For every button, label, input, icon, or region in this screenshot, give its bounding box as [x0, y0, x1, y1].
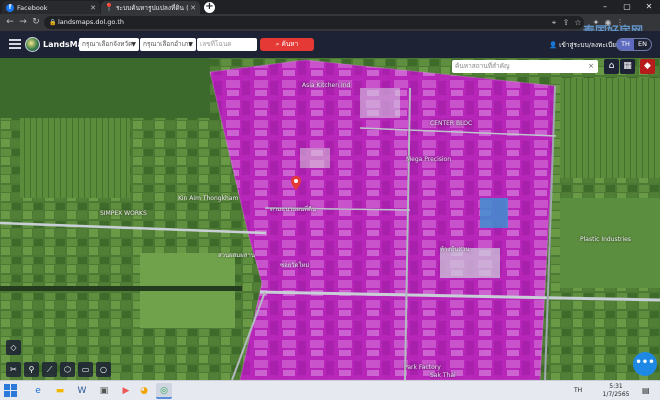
map-tool-panel: ◇ ✂ ⚲ ⟋ ⬡ ▭ ○: [0, 338, 112, 380]
place-label[interactable]: Kin Aim Thongkham: [178, 195, 238, 202]
place-label[interactable]: สวนผสมผสาน: [218, 250, 255, 260]
map-place-search-input[interactable]: ค้นหาสถานที่สำคัญ ×: [452, 60, 598, 73]
place-label[interactable]: Sak Thai: [430, 372, 456, 379]
windows-taskbar: e ▬ W ▣ ▶ ◕ ◎ TH 5:31 1/7/2565 ▤: [0, 380, 660, 400]
close-icon[interactable]: ✕: [90, 4, 96, 12]
place-label[interactable]: CENTER BLOC: [430, 120, 472, 127]
home-icon[interactable]: ⌂: [604, 59, 619, 74]
close-icon[interactable]: ✕: [190, 4, 196, 12]
browser-tab-strip: f Facebook ✕ 📍 ระบบค้นหารูปแปลงที่ดิน (L…: [0, 0, 660, 14]
place-label[interactable]: SIMPEX WORKS: [100, 210, 147, 217]
place-label[interactable]: Plastic Industries: [580, 236, 631, 243]
new-tab-button[interactable]: +: [204, 2, 215, 13]
login-label: เข้าสู่ระบบ/ลงทะเบียน: [559, 41, 621, 49]
facebook-icon: f: [6, 3, 14, 12]
lock-icon: 🔒: [49, 19, 57, 26]
scissors-icon[interactable]: ✂: [6, 362, 21, 377]
grid-icon[interactable]: ▦: [620, 59, 635, 74]
tab-landsmaps[interactable]: 📍 ระบบค้นหารูปแปลงที่ดิน (LandsMaps) ✕: [101, 1, 200, 14]
app-icon[interactable]: ▣: [96, 383, 112, 399]
word-icon[interactable]: W: [74, 383, 90, 399]
login-link[interactable]: 👤 เข้าสู่ระบบ/ลงทะเบียน: [549, 40, 620, 50]
clear-icon[interactable]: ×: [588, 60, 594, 73]
circle-icon[interactable]: ○: [96, 362, 111, 377]
satellite-imagery: [0, 58, 660, 380]
media-icon[interactable]: ▶: [118, 383, 134, 399]
clock-date: 1/7/2565: [602, 391, 630, 398]
place-label[interactable]: ห้างหุ้นส่วน: [440, 244, 469, 254]
close-window-icon[interactable]: ✕: [638, 0, 660, 14]
province-select[interactable]: กรุณาเลือกจังหวัด ▼: [79, 38, 139, 51]
paint-icon[interactable]: ◕: [136, 383, 152, 399]
tab-facebook[interactable]: f Facebook ✕: [2, 1, 100, 14]
lang-th-button[interactable]: TH: [617, 39, 634, 50]
url-field[interactable]: 🔒 landsmaps.dol.go.th: [44, 16, 584, 29]
chevron-down-icon: ▼: [131, 41, 136, 48]
user-icon: 👤: [549, 41, 558, 49]
tab-label: ระบบค้นหารูปแปลงที่ดิน (LandsMaps): [116, 3, 188, 12]
polygon-icon[interactable]: ⬡: [60, 362, 75, 377]
district-select-value: กรุณาเลือกอำเภอ: [143, 40, 193, 48]
edge-icon[interactable]: e: [30, 383, 46, 399]
address-bar: ← → ↻ 🔒 landsmaps.dol.go.th ⌖ ⇪ ☆ ✦ ◉ ⋮ …: [0, 14, 660, 38]
system-clock[interactable]: 5:31 1/7/2565: [596, 383, 636, 399]
map-pin-icon: 📍: [104, 3, 114, 12]
windows-start-icon[interactable]: [4, 384, 18, 398]
reload-icon[interactable]: ↻: [30, 16, 42, 29]
pin-tool-icon[interactable]: ⚲: [24, 362, 39, 377]
search-button-label: ค้นหา: [281, 40, 299, 48]
map-search-placeholder: ค้นหาสถานที่สำคัญ: [455, 62, 510, 70]
province-select-value: กรุณาเลือกจังหวัด: [82, 40, 133, 48]
place-label[interactable]: Mega Precision: [406, 156, 451, 163]
hamburger-menu-icon[interactable]: [9, 39, 21, 49]
folder-icon[interactable]: ▬: [52, 383, 68, 399]
forward-icon[interactable]: →: [17, 16, 29, 29]
language-toggle: TH EN: [616, 38, 652, 51]
place-label[interactable]: ซอยวัดใหม่: [280, 260, 309, 270]
search-icon: ⌕: [275, 40, 280, 48]
url-text: landsmaps.dol.go.th: [58, 18, 125, 26]
parcel-number-input[interactable]: เลขที่โฉนด: [197, 38, 257, 51]
omnibox-actions: ⌖ ⇪ ☆: [548, 16, 584, 29]
notification-icon[interactable]: ▤: [642, 386, 650, 395]
chrome-icon[interactable]: ◎: [156, 383, 172, 399]
place-label[interactable]: Asia Kitchen Ind: [302, 82, 350, 89]
district-select[interactable]: กรุณาเลือกอำเภอ ▼: [140, 38, 196, 51]
tab-label: Facebook: [17, 3, 48, 12]
map-pin-marker[interactable]: [291, 176, 301, 190]
map-view[interactable]: Asia Kitchen Ind CENTER BLOC Mega Precis…: [0, 58, 660, 380]
parcel-number-placeholder: เลขที่โฉนด: [200, 40, 232, 48]
place-label[interactable]: Park Factory: [404, 364, 441, 371]
location-icon[interactable]: ⌖: [548, 16, 560, 29]
lang-en-button[interactable]: EN: [634, 39, 651, 50]
maximize-icon[interactable]: ▢: [616, 0, 638, 14]
minimize-icon[interactable]: –: [594, 0, 616, 14]
search-button[interactable]: ⌕ ค้นหา: [260, 38, 314, 51]
input-language[interactable]: TH: [574, 387, 582, 394]
more-options-button[interactable]: •••: [633, 352, 657, 376]
clock-time: 5:31: [609, 383, 623, 390]
back-icon[interactable]: ←: [4, 16, 16, 29]
landsmaps-logo: [25, 37, 40, 52]
eraser-icon[interactable]: ◇: [6, 340, 21, 355]
window-controls: – ▢ ✕: [594, 0, 660, 14]
app-header: LandsMaps กรุณาเลือกจังหวัด ▼ กรุณาเลือก…: [0, 31, 660, 58]
rectangle-icon[interactable]: ▭: [78, 362, 93, 377]
polyline-icon[interactable]: ⟋: [42, 362, 57, 377]
layers-icon[interactable]: ◆: [640, 59, 655, 74]
chevron-down-icon: ▼: [188, 41, 193, 48]
place-label[interactable]: ตามแนวแผนที่ดิน: [270, 204, 316, 214]
share-icon[interactable]: ⇪: [560, 16, 572, 29]
